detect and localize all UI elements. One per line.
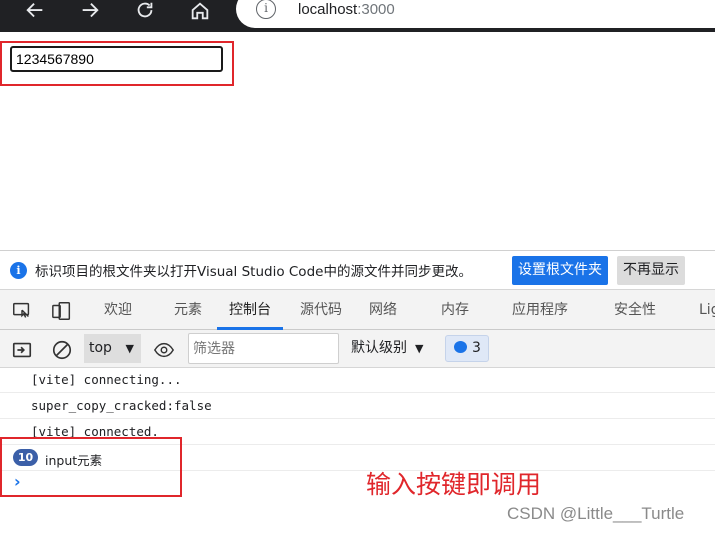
issues-count: 3 <box>472 340 481 356</box>
chevron-down-icon: ▼ <box>415 342 424 355</box>
chat-bubble-icon <box>454 341 467 353</box>
tab-welcome[interactable]: 欢迎 <box>104 290 132 330</box>
highlight-box-console <box>0 437 182 497</box>
annotation-text: 输入按键即调用 <box>366 470 542 499</box>
clear-console-icon[interactable] <box>51 339 73 361</box>
info-icon[interactable]: i <box>256 0 276 19</box>
url-port: :3000 <box>357 0 395 18</box>
tab-security[interactable]: 安全性 <box>614 290 656 330</box>
log-line: [vite] connecting... <box>0 368 715 393</box>
tab-network[interactable]: 网络 <box>369 290 397 330</box>
log-levels-label: 默认级别 <box>351 340 407 356</box>
context-select[interactable]: top ▼ <box>84 334 141 363</box>
tab-sources[interactable]: 源代码 <box>300 290 342 330</box>
browser-toolbar: i localhost:3000 <box>0 0 715 32</box>
tab-console[interactable]: 控制台 <box>217 290 283 330</box>
text-input[interactable] <box>10 46 223 72</box>
set-root-folder-button[interactable]: 设置根文件夹 <box>512 256 608 285</box>
infobar: i 标识项目的根文件夹以打开Visual Studio Code中的源文件并同步… <box>0 251 715 289</box>
log-text: super_copy_cracked:false <box>31 398 212 413</box>
tab-elements[interactable]: 元素 <box>174 290 202 330</box>
console-toolbar: top ▼ 默认级别 ▼ 3 <box>0 330 715 368</box>
info-icon: i <box>10 261 27 279</box>
filter-input[interactable] <box>188 333 339 364</box>
dont-show-again-button[interactable]: 不再显示 <box>617 256 685 285</box>
back-arrow-icon[interactable] <box>20 0 50 22</box>
devtools-tabbar: 欢迎 元素 控制台 源代码 网络 内存 应用程序 安全性 Lig <box>0 289 715 330</box>
infobar-message: 标识项目的根文件夹以打开Visual Studio Code中的源文件并同步更改… <box>35 264 472 280</box>
device-toolbar-icon[interactable] <box>51 300 73 322</box>
log-text: [vite] connecting... <box>31 372 182 387</box>
tab-application[interactable]: 应用程序 <box>512 290 568 330</box>
url-host: localhost <box>298 0 358 18</box>
page-content <box>0 32 715 250</box>
context-value: top <box>89 340 112 356</box>
home-icon[interactable] <box>185 0 215 22</box>
issues-button[interactable]: 3 <box>445 335 489 362</box>
sidebar-toggle-icon[interactable] <box>11 339 33 361</box>
url-text: localhost:3000 <box>298 1 395 18</box>
tab-lighthouse[interactable]: Lig <box>699 290 715 330</box>
watermark: CSDN @Little___Turtle <box>507 504 685 523</box>
log-levels-dropdown[interactable]: 默认级别 ▼ <box>351 334 423 363</box>
address-bar[interactable]: i localhost:3000 <box>236 0 715 28</box>
devtools-panel: i 标识项目的根文件夹以打开Visual Studio Code中的源文件并同步… <box>0 250 715 534</box>
forward-arrow-icon[interactable] <box>75 0 105 22</box>
chevron-down-icon: ▼ <box>125 342 134 355</box>
tab-memory[interactable]: 内存 <box>441 290 469 330</box>
eye-icon[interactable] <box>153 339 175 361</box>
log-line: super_copy_cracked:false <box>0 394 715 419</box>
inspect-element-icon[interactable] <box>11 300 33 322</box>
reload-icon[interactable] <box>130 0 160 22</box>
